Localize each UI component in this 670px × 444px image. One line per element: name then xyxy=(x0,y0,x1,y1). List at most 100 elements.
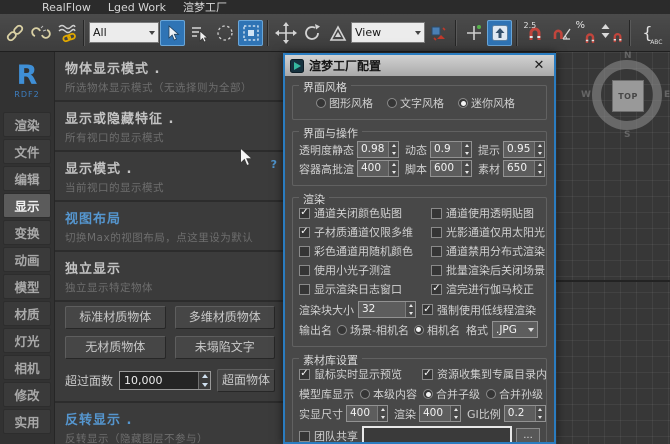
isolate-button[interactable]: 标准材质物体 xyxy=(65,306,166,329)
checkbox-icon[interactable] xyxy=(299,430,310,442)
format-dropdown[interactable]: .JPG xyxy=(491,321,538,338)
checkbox[interactable]: 使用小光子测渲 xyxy=(299,262,431,278)
model-lib-radio[interactable]: 合并子级 xyxy=(423,386,480,402)
radio-icon[interactable] xyxy=(387,98,397,108)
spinner-up-icon[interactable] xyxy=(535,161,544,169)
selection-filter-dropdown[interactable]: All xyxy=(89,22,159,43)
spinner-down-icon[interactable] xyxy=(536,414,545,422)
viewcube[interactable]: N S W E TOP xyxy=(581,51,670,140)
checkbox-icon[interactable] xyxy=(422,368,433,380)
isolate-button[interactable]: 多维材质物体 xyxy=(174,306,275,329)
named-selection-icon[interactable]: { ABC xyxy=(635,20,662,46)
radio-icon[interactable] xyxy=(360,389,370,399)
spinner-arrows[interactable] xyxy=(461,161,471,176)
dialog-titlebar[interactable]: 渲梦工厂配置 ✕ xyxy=(285,55,554,76)
snap-magnet-icon[interactable]: 2.5 xyxy=(522,20,547,46)
spinner-arrows[interactable] xyxy=(377,406,387,421)
scale-button[interactable] xyxy=(325,20,350,46)
spinner-down-icon[interactable] xyxy=(462,150,471,158)
checkbox[interactable]: 通道使用透明贴图 xyxy=(431,205,545,221)
number-field[interactable]: 400 xyxy=(346,405,388,422)
spinner-arrows[interactable] xyxy=(450,406,460,421)
spinner-arrows[interactable] xyxy=(534,161,544,176)
pivot-center-button[interactable] xyxy=(461,20,486,46)
spinner-down-icon[interactable] xyxy=(389,169,398,177)
spinner-down-icon[interactable] xyxy=(535,169,544,177)
checkbox[interactable]: 通道关闭颜色贴图 xyxy=(299,205,431,221)
number-field[interactable]: 650 xyxy=(503,160,545,177)
viewport[interactable]: N S W E TOP xyxy=(555,51,670,444)
spinner-up-icon[interactable] xyxy=(389,161,398,169)
number-field[interactable]: 0.2 xyxy=(503,405,546,422)
coordinate-system-dropdown[interactable]: View xyxy=(351,22,425,43)
style-radio[interactable]: 图形风格 xyxy=(316,95,373,111)
bucket-size-field[interactable]: 32 xyxy=(358,301,416,318)
menu-item-realflow[interactable]: RealFlow xyxy=(42,1,91,14)
radio-icon[interactable] xyxy=(423,389,433,399)
sidebar-item[interactable]: 渲染 xyxy=(3,112,51,137)
spinner-arrows[interactable] xyxy=(198,372,211,390)
low-thread-checkbox[interactable]: 强制使用低线程渲染 xyxy=(422,302,536,318)
help-icon[interactable]: ? xyxy=(271,158,277,171)
checkbox[interactable]: 通道禁用分布式渲染 xyxy=(431,243,545,259)
checkbox-icon[interactable] xyxy=(431,283,442,295)
panel-section[interactable]: 反转显示 . 反转显示（隐藏图层不参与） xyxy=(55,403,285,444)
face-limit-field[interactable]: 10,000 xyxy=(119,371,212,390)
checkbox-icon[interactable] xyxy=(299,368,310,380)
sidebar-item[interactable]: 相机 xyxy=(3,355,51,380)
browse-button[interactable]: ... xyxy=(516,428,540,442)
angle-snap-icon[interactable] xyxy=(548,20,573,46)
spinner-arrows[interactable] xyxy=(388,142,398,157)
spinner-down-icon[interactable] xyxy=(389,150,398,158)
number-field[interactable]: 0.95 xyxy=(503,141,545,158)
spinner-down-icon[interactable] xyxy=(451,414,460,422)
menu-item-rdfactory[interactable]: 渲梦工厂 xyxy=(183,0,227,15)
sidebar-item[interactable]: 编辑 xyxy=(3,166,51,191)
output-radio[interactable]: 相机名 xyxy=(413,322,460,338)
checkbox-icon[interactable] xyxy=(431,207,442,219)
panel-section[interactable]: 独立显示 独立显示特定物体 xyxy=(55,252,285,302)
style-radio[interactable]: 文字风格 xyxy=(387,95,444,111)
checkbox-icon[interactable] xyxy=(299,264,310,276)
spinner-up-icon[interactable] xyxy=(535,142,544,150)
number-field[interactable]: 0.98 xyxy=(357,141,399,158)
checkbox[interactable]: 光影通道仅用太阳光 xyxy=(431,224,545,240)
checkbox-icon[interactable] xyxy=(299,245,310,257)
spinner-up-icon[interactable] xyxy=(462,142,471,150)
model-lib-radio[interactable]: 本级内容 xyxy=(360,386,417,402)
checkbox-icon[interactable] xyxy=(299,226,310,238)
sidebar-item[interactable]: 显示 xyxy=(3,193,51,218)
number-field[interactable]: 400 xyxy=(357,160,399,177)
close-icon[interactable]: ✕ xyxy=(529,58,549,73)
sidebar-item[interactable]: 模型 xyxy=(3,274,51,299)
sidebar-item[interactable]: 变换 xyxy=(3,220,51,245)
sidebar-item[interactable]: 灯光 xyxy=(3,328,51,353)
checkbox[interactable]: 资源收集到专属目录内 xyxy=(422,366,547,382)
rdf-logo[interactable]: R RDF2 xyxy=(0,52,54,110)
spinner-arrows[interactable] xyxy=(534,406,545,422)
spinner-up-icon[interactable] xyxy=(406,302,415,310)
checkbox-icon[interactable] xyxy=(431,245,442,257)
spinner-up-icon[interactable] xyxy=(389,142,398,150)
isolate-button[interactable]: 未塌陷文字 xyxy=(174,336,275,359)
spinner-down-icon[interactable] xyxy=(406,310,415,318)
checkbox-icon[interactable] xyxy=(431,264,442,276)
spinner-up-icon[interactable] xyxy=(378,406,387,414)
checkbox-icon[interactable] xyxy=(422,304,433,315)
selection-region-icon[interactable] xyxy=(212,20,237,46)
checkbox-icon[interactable] xyxy=(431,226,442,238)
sidebar-item[interactable]: 材质 xyxy=(3,301,51,326)
panel-section[interactable]: 物体显示模式 . 所选物体显示模式（无选择则为全部） xyxy=(55,52,285,102)
model-lib-radio[interactable]: 合并孙级 xyxy=(486,386,543,402)
radio-icon[interactable] xyxy=(458,98,468,108)
bind-to-spacewarp-icon[interactable] xyxy=(54,20,79,46)
checkbox-icon[interactable] xyxy=(299,207,310,219)
select-object-button[interactable] xyxy=(160,19,185,46)
spinner-arrows[interactable] xyxy=(461,142,471,157)
spinner-down-icon[interactable] xyxy=(199,381,210,390)
sidebar-item[interactable]: 实用 xyxy=(3,409,51,434)
move-button[interactable] xyxy=(273,20,298,46)
select-by-name-button[interactable] xyxy=(186,20,211,46)
spinner-arrows[interactable] xyxy=(405,302,415,317)
checkbox-icon[interactable] xyxy=(299,283,310,295)
